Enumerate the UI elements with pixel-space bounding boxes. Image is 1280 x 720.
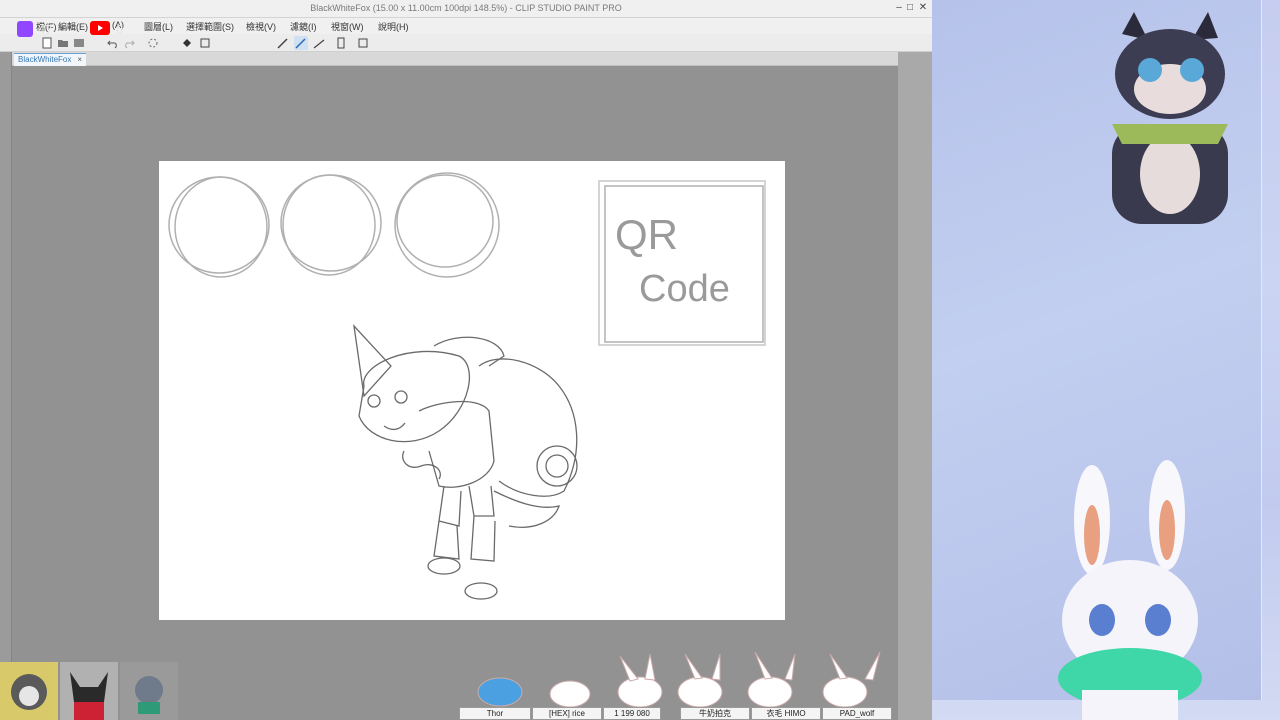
- menu-filter[interactable]: 濾鏡(I): [290, 20, 317, 33]
- document-tab-bar: BlackWhiteFox ×: [12, 52, 898, 66]
- sketch-circle-2b: [282, 174, 376, 276]
- document-tab-label: BlackWhiteFox: [18, 55, 72, 64]
- settings-icon[interactable]: [356, 36, 370, 50]
- undo-icon[interactable]: [106, 36, 120, 50]
- maximize-button[interactable]: □: [903, 1, 917, 15]
- crop-icon[interactable]: [198, 36, 212, 50]
- menu-selection[interactable]: 選擇範圍(S): [186, 20, 234, 33]
- drawing-canvas[interactable]: QR Code: [159, 161, 785, 620]
- close-tab-icon[interactable]: ×: [77, 55, 82, 64]
- chat-name-5: 衣毛 HIMO: [751, 707, 821, 720]
- new-file-icon[interactable]: [40, 36, 54, 50]
- chat-name-4: 牛奶拍克: [680, 707, 750, 720]
- command-bar: [0, 34, 932, 52]
- brush-icon[interactable]: [294, 36, 308, 50]
- menu-window[interactable]: 視窗(W): [331, 20, 364, 33]
- fill-icon[interactable]: [180, 36, 194, 50]
- chat-name-6: PAD_wolf: [822, 707, 892, 720]
- redo-icon[interactable]: [122, 36, 136, 50]
- twitch-viewer-count: 47: [38, 22, 53, 37]
- bunny-chat-row: [477, 651, 881, 708]
- window-title: BlackWhiteFox (15.00 x 11.00cm 100dpi 14…: [310, 3, 622, 13]
- left-tool-strip: [0, 52, 12, 720]
- menu-layer[interactable]: 圖層(L): [144, 20, 173, 33]
- bunny-vtuber-avatar: [1058, 460, 1202, 720]
- menu-help[interactable]: 說明(H): [378, 20, 409, 33]
- viewer-avatar-2: [60, 662, 118, 720]
- right-panel-strip: [898, 52, 932, 720]
- open-folder-icon[interactable]: [56, 36, 70, 50]
- viewer-avatar-1: [0, 662, 58, 720]
- chat-name-1: Thor: [459, 707, 531, 720]
- menu-bar: 檔(F) 編輯(E) (A) 圖層(L) 選擇範圍(S) 檢視(V) 濾鏡(I)…: [0, 18, 932, 34]
- menu-view[interactable]: 檢視(V): [246, 20, 276, 33]
- twitch-icon: [17, 21, 33, 37]
- sketch-circle-1b: [174, 176, 268, 278]
- stream-overlay: [932, 0, 1280, 720]
- pen-icon[interactable]: [276, 36, 290, 50]
- menu-edit[interactable]: 編輯(E): [58, 20, 88, 33]
- qr-label: QR: [615, 211, 678, 258]
- ruler-icon[interactable]: [312, 36, 326, 50]
- paint-app-window: BlackWhiteFox (15.00 x 11.00cm 100dpi 14…: [0, 0, 932, 720]
- code-label: Code: [639, 268, 730, 310]
- sketch-layer: QR Code: [168, 172, 766, 600]
- youtube-viewer-count: 0: [116, 22, 124, 37]
- close-button[interactable]: ✕: [916, 1, 930, 15]
- loading-icon[interactable]: [146, 36, 160, 50]
- qr-box-outer: [598, 180, 766, 346]
- fox-vtuber-avatar: [1112, 12, 1228, 224]
- document-tab[interactable]: BlackWhiteFox ×: [14, 53, 87, 66]
- device-icon[interactable]: [334, 36, 348, 50]
- title-bar: BlackWhiteFox (15.00 x 11.00cm 100dpi 14…: [0, 0, 932, 18]
- viewer-avatar-3: [120, 662, 178, 720]
- save-icon[interactable]: [72, 36, 86, 50]
- fox-character-sketch: [353, 324, 578, 600]
- youtube-icon: [90, 21, 110, 35]
- qr-box: [604, 185, 764, 343]
- chat-name-2: [HEX] rice: [532, 707, 602, 720]
- chat-name-3: 1 199 080: [603, 707, 661, 720]
- sketch-circle-3b: [396, 174, 494, 268]
